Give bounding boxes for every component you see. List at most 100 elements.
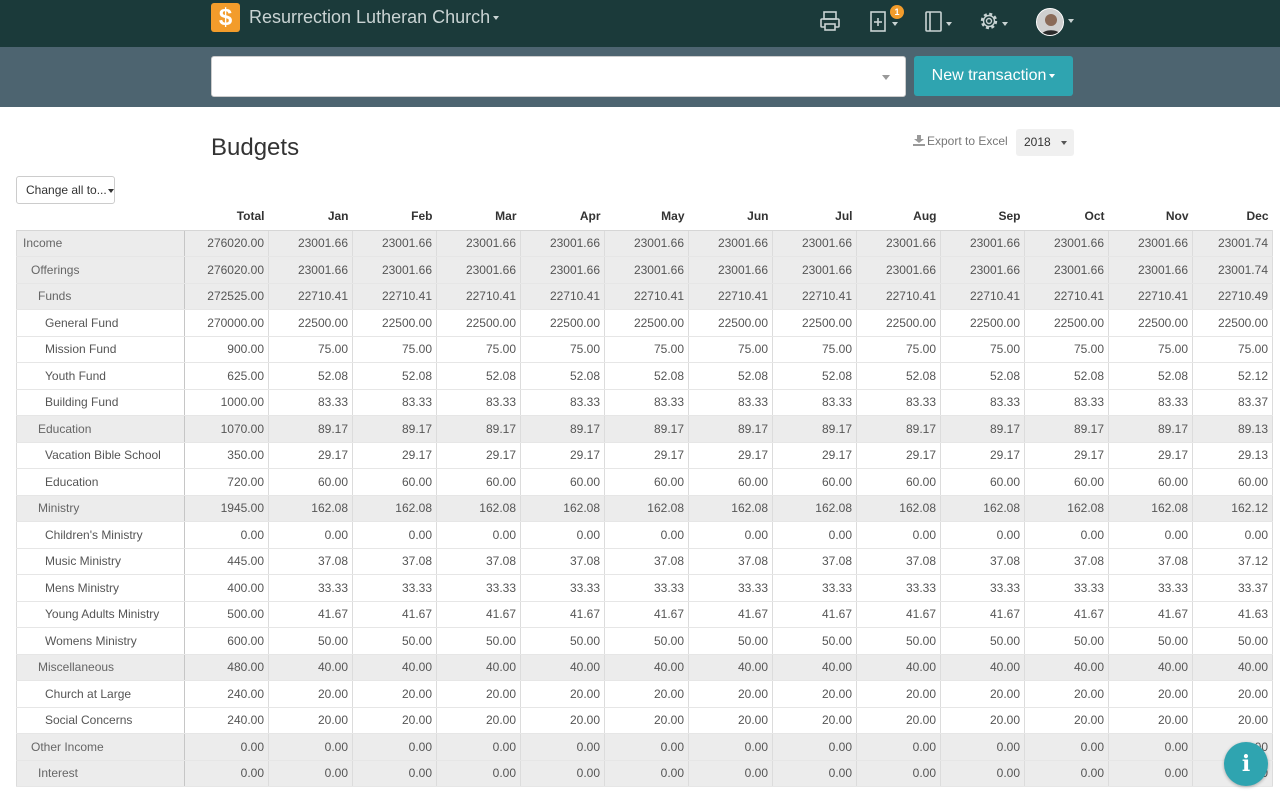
- budget-cell[interactable]: 0.00: [1024, 521, 1109, 549]
- chevron-down-icon[interactable]: [882, 75, 890, 80]
- budget-cell[interactable]: 52.08: [940, 362, 1025, 390]
- budget-cell[interactable]: 83.33: [940, 389, 1025, 416]
- budget-cell[interactable]: 50.00: [1108, 627, 1193, 655]
- budget-cell[interactable]: 22500.00: [352, 309, 437, 337]
- budget-cell[interactable]: 83.33: [604, 389, 689, 416]
- budget-cell[interactable]: 41.67: [268, 601, 353, 628]
- budget-cell[interactable]: 41.67: [856, 601, 941, 628]
- budget-cell[interactable]: 50.00: [268, 627, 353, 655]
- new-transaction-button[interactable]: New transaction: [914, 56, 1073, 96]
- budget-cell[interactable]: 29.17: [688, 442, 773, 469]
- budget-cell[interactable]: 52.08: [856, 362, 941, 390]
- total-cell[interactable]: 500.00: [184, 601, 269, 628]
- budget-cell[interactable]: 29.17: [604, 442, 689, 469]
- budget-cell[interactable]: 75.00: [772, 336, 857, 363]
- budget-cell[interactable]: 83.33: [1108, 389, 1193, 416]
- total-cell[interactable]: 1000.00: [184, 389, 269, 416]
- budget-cell[interactable]: 75.00: [352, 336, 437, 363]
- budget-cell[interactable]: 41.67: [772, 601, 857, 628]
- budget-cell[interactable]: 37.08: [268, 548, 353, 575]
- budget-cell[interactable]: 0.00: [1192, 521, 1273, 549]
- budget-cell[interactable]: 20.00: [520, 680, 605, 708]
- budget-cell[interactable]: 0.00: [688, 521, 773, 549]
- dollar-logo-icon[interactable]: $: [211, 3, 240, 32]
- budget-cell[interactable]: 52.08: [1108, 362, 1193, 390]
- budget-cell[interactable]: 22500.00: [268, 309, 353, 337]
- budget-cell[interactable]: 50.00: [1192, 627, 1273, 655]
- total-cell[interactable]: 900.00: [184, 336, 269, 363]
- budget-cell[interactable]: 20.00: [1024, 707, 1109, 734]
- budget-cell[interactable]: 52.08: [436, 362, 521, 390]
- budget-cell[interactable]: 20.00: [604, 707, 689, 734]
- budget-cell[interactable]: 29.13: [1192, 442, 1273, 469]
- budget-cell[interactable]: 60.00: [352, 468, 437, 496]
- budget-cell[interactable]: 33.33: [688, 574, 773, 602]
- printer-icon[interactable]: [819, 10, 841, 34]
- budget-cell[interactable]: 0.00: [1108, 521, 1193, 549]
- budget-cell[interactable]: 41.67: [436, 601, 521, 628]
- budget-cell[interactable]: 29.17: [856, 442, 941, 469]
- total-cell[interactable]: 600.00: [184, 627, 269, 655]
- budget-cell[interactable]: 37.08: [772, 548, 857, 575]
- budget-cell[interactable]: 22500.00: [772, 309, 857, 337]
- budget-cell[interactable]: 60.00: [856, 468, 941, 496]
- budget-cell[interactable]: 33.33: [940, 574, 1025, 602]
- total-cell[interactable]: 0.00: [184, 521, 269, 549]
- budget-cell[interactable]: 83.33: [268, 389, 353, 416]
- budget-cell[interactable]: 33.33: [1108, 574, 1193, 602]
- budget-cell[interactable]: 60.00: [1024, 468, 1109, 496]
- budget-cell[interactable]: 75.00: [268, 336, 353, 363]
- budget-cell[interactable]: 33.33: [1024, 574, 1109, 602]
- budget-cell[interactable]: 22500.00: [1108, 309, 1193, 337]
- budget-cell[interactable]: 75.00: [604, 336, 689, 363]
- budget-cell[interactable]: 83.33: [1024, 389, 1109, 416]
- budget-cell[interactable]: 22500.00: [940, 309, 1025, 337]
- budget-cell[interactable]: 50.00: [940, 627, 1025, 655]
- total-cell[interactable]: 240.00: [184, 707, 269, 734]
- budget-cell[interactable]: 75.00: [436, 336, 521, 363]
- budget-cell[interactable]: 29.17: [352, 442, 437, 469]
- budget-cell[interactable]: 20.00: [604, 680, 689, 708]
- total-cell[interactable]: 240.00: [184, 680, 269, 708]
- budget-cell[interactable]: 75.00: [688, 336, 773, 363]
- budget-cell[interactable]: 37.08: [520, 548, 605, 575]
- budget-cell[interactable]: 22500.00: [1192, 309, 1273, 337]
- budget-cell[interactable]: 83.33: [772, 389, 857, 416]
- notebook-icon[interactable]: [924, 10, 944, 34]
- budget-cell[interactable]: 20.00: [352, 707, 437, 734]
- budget-cell[interactable]: 20.00: [940, 707, 1025, 734]
- budget-cell[interactable]: 52.08: [1024, 362, 1109, 390]
- budget-cell[interactable]: 41.67: [1024, 601, 1109, 628]
- budget-cell[interactable]: 60.00: [268, 468, 353, 496]
- budget-cell[interactable]: 20.00: [940, 680, 1025, 708]
- total-cell[interactable]: 445.00: [184, 548, 269, 575]
- budget-cell[interactable]: 20.00: [856, 707, 941, 734]
- budget-cell[interactable]: 50.00: [520, 627, 605, 655]
- budget-cell[interactable]: 33.33: [352, 574, 437, 602]
- budget-cell[interactable]: 75.00: [1024, 336, 1109, 363]
- total-cell[interactable]: 270000.00: [184, 309, 269, 337]
- budget-cell[interactable]: 37.08: [436, 548, 521, 575]
- budget-cell[interactable]: 50.00: [352, 627, 437, 655]
- budget-cell[interactable]: 20.00: [520, 707, 605, 734]
- budget-cell[interactable]: 0.00: [520, 521, 605, 549]
- budget-cell[interactable]: 20.00: [352, 680, 437, 708]
- budget-cell[interactable]: 33.33: [772, 574, 857, 602]
- total-cell[interactable]: 400.00: [184, 574, 269, 602]
- budget-cell[interactable]: 33.33: [436, 574, 521, 602]
- budget-cell[interactable]: 22500.00: [1024, 309, 1109, 337]
- budget-cell[interactable]: 37.08: [856, 548, 941, 575]
- budget-cell[interactable]: 41.67: [604, 601, 689, 628]
- budget-cell[interactable]: 50.00: [436, 627, 521, 655]
- budget-cell[interactable]: 29.17: [772, 442, 857, 469]
- budget-cell[interactable]: 37.08: [352, 548, 437, 575]
- budget-cell[interactable]: 29.17: [1024, 442, 1109, 469]
- budget-cell[interactable]: 50.00: [1024, 627, 1109, 655]
- budget-cell[interactable]: 33.37: [1192, 574, 1273, 602]
- budget-cell[interactable]: 60.00: [688, 468, 773, 496]
- budget-cell[interactable]: 60.00: [772, 468, 857, 496]
- budget-cell[interactable]: 83.33: [436, 389, 521, 416]
- budget-cell[interactable]: 22500.00: [520, 309, 605, 337]
- budget-cell[interactable]: 20.00: [268, 680, 353, 708]
- budget-cell[interactable]: 52.08: [604, 362, 689, 390]
